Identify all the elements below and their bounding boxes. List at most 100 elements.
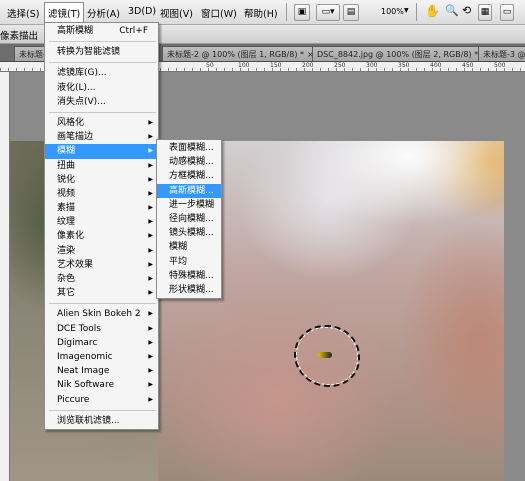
guides-icon[interactable]: ▤ xyxy=(343,4,359,21)
menu-item-category[interactable]: 画笔描边 ▶ xyxy=(45,130,158,144)
menu-item-category[interactable]: 风格化 ▶ xyxy=(45,116,158,130)
menu-item-label: 锐化 xyxy=(57,174,76,185)
ruler-tick: 450 xyxy=(462,62,474,69)
menu-item-category[interactable]: 纹理 ▶ xyxy=(45,215,158,229)
menu-analysis[interactable]: 分析(A) xyxy=(87,6,120,20)
submenu-arrow-icon: ▶ xyxy=(148,352,153,360)
menu-item-plugin[interactable]: Digimarc ▶ xyxy=(45,336,158,350)
menu-item-liquify[interactable]: 液化(L)... xyxy=(45,81,158,95)
submenu-item-shape-blur[interactable]: 形状模糊... xyxy=(157,283,221,297)
rotate-view-icon[interactable]: ⟲ xyxy=(462,4,471,17)
menu-item-category[interactable]: 素描 ▶ xyxy=(45,201,158,215)
submenu-arrow-icon: ▶ xyxy=(148,204,153,212)
menu-3d[interactable]: 3D(D) xyxy=(128,6,156,17)
menu-filter[interactable]: 滤镜(T) xyxy=(44,2,85,23)
submenu-arrow-icon: ▶ xyxy=(148,189,153,197)
ruler-tick: 150 xyxy=(270,62,282,69)
submenu-item-smart-blur[interactable]: 特殊模糊... xyxy=(157,269,221,283)
menu-item-category[interactable]: 像素化 ▶ xyxy=(45,229,158,243)
menu-item-category[interactable]: 渲染 ▶ xyxy=(45,244,158,258)
submenu-item-radial-blur[interactable]: 径向模糊... xyxy=(157,212,221,226)
menu-item-label: Neat Image xyxy=(57,366,110,377)
menu-item-smart-filter[interactable]: 转换为智能滤镜 xyxy=(45,45,158,59)
arrange-icon[interactable]: ▦ xyxy=(478,4,492,21)
document-tab[interactable]: DSC_8842.jpg @ 100% (图层 2, RGB/8) *× xyxy=(312,46,480,61)
menu-item-category[interactable]: 视频 ▶ xyxy=(45,187,158,201)
menu-item-label: 视频 xyxy=(57,188,76,199)
zoom-tool-icon[interactable]: 🔍 xyxy=(445,4,459,17)
menu-item-label: 画笔描边 xyxy=(57,132,94,143)
filter-menu: 高斯模糊 Ctrl+F 转换为智能滤镜 滤镜库(G)... 液化(L)... 消失… xyxy=(44,22,159,430)
submenu-item-average[interactable]: 平均 xyxy=(157,255,221,269)
submenu-item-surface-blur[interactable]: 表面模糊... xyxy=(157,141,221,155)
document-tab[interactable]: 未标题-3 @ 100%... xyxy=(478,46,525,61)
ruler-tick: 350 xyxy=(398,62,410,69)
ruler-tick: 300 xyxy=(366,62,378,69)
menu-item-category[interactable]: 扭曲 ▶ xyxy=(45,159,158,173)
submenu-arrow-icon: ▶ xyxy=(148,381,153,389)
menu-help[interactable]: 帮助(H) xyxy=(244,6,278,20)
menu-window[interactable]: 窗口(W) xyxy=(201,6,237,20)
menu-item-plugin[interactable]: DCE Tools ▶ xyxy=(45,322,158,336)
hand-tool-icon[interactable]: ✋ xyxy=(425,4,440,18)
menu-item-label: 模糊 xyxy=(57,146,76,157)
menu-item-vanishing-point[interactable]: 消失点(V)... xyxy=(45,95,158,109)
submenu-arrow-icon: ▶ xyxy=(148,275,153,282)
ruler-tick: 500 xyxy=(494,62,506,69)
menu-item-label: 杂色 xyxy=(57,274,76,284)
submenu-item-blur[interactable]: 模糊 xyxy=(157,240,221,254)
divider xyxy=(49,111,156,113)
submenu-item-blur-more[interactable]: 进一步模糊 xyxy=(157,198,221,212)
menu-item-plugin[interactable]: Imagenomic ▶ xyxy=(45,350,158,364)
submenu-item-motion-blur[interactable]: 动感模糊... xyxy=(157,155,221,169)
shortcut-label: Ctrl+F xyxy=(119,26,148,36)
menu-item-category[interactable]: 杂色 ▶ xyxy=(45,272,158,286)
menu-item-label: 转换为智能滤镜 xyxy=(57,47,121,58)
menu-item-plugin[interactable]: Nik Software ▶ xyxy=(45,378,158,392)
menu-item-label: DCE Tools xyxy=(57,323,101,334)
submenu-item-box-blur[interactable]: 方框模糊... xyxy=(157,169,221,183)
submenu-arrow-icon: ▶ xyxy=(148,118,153,126)
screen-mode-icon[interactable]: ▭ xyxy=(500,4,514,21)
menu-item-plugin[interactable]: Piccure ▶ xyxy=(45,393,158,407)
menu-item-label: 纹理 xyxy=(57,217,76,228)
insect-subject xyxy=(318,352,332,358)
submenu-arrow-icon: ▶ xyxy=(148,161,153,169)
vertical-ruler xyxy=(0,72,10,481)
divider xyxy=(49,62,156,64)
submenu-arrow-icon: ▶ xyxy=(148,338,153,346)
menu-item-category[interactable]: 艺术效果 ▶ xyxy=(45,258,158,272)
menu-item-label: 扭曲 xyxy=(57,160,76,171)
ruler-tick: 50 xyxy=(206,62,214,69)
submenu-arrow-icon: ▶ xyxy=(148,232,153,240)
menu-item-plugin[interactable]: Alien Skin Bokeh 2 ▶ xyxy=(45,307,158,321)
blur-submenu: 表面模糊... 动感模糊... 方框模糊... 高斯模糊... 进一步模糊 径向… xyxy=(156,139,222,300)
minibridge-icon[interactable]: ▭▾ xyxy=(316,4,340,21)
ruler-tick: 250 xyxy=(334,62,346,69)
chevron-down-icon[interactable]: ▼ xyxy=(404,7,409,14)
menu-select[interactable]: 选择(S) xyxy=(7,6,39,20)
menu-item-blur[interactable]: 模糊 ▶ xyxy=(45,144,158,159)
separator xyxy=(286,3,287,21)
menu-view[interactable]: 视图(V) xyxy=(160,6,193,20)
divider xyxy=(49,409,156,411)
menu-item-last-filter[interactable]: 高斯模糊 Ctrl+F xyxy=(45,24,158,38)
menu-item-category[interactable]: 锐化 ▶ xyxy=(45,173,158,187)
menu-item-category[interactable]: 其它 ▶ xyxy=(45,286,158,300)
submenu-item-gaussian-blur[interactable]: 高斯模糊... xyxy=(157,183,221,198)
menu-item-filter-gallery[interactable]: 滤镜库(G)... xyxy=(45,66,158,80)
submenu-arrow-icon: ▶ xyxy=(148,133,153,141)
submenu-arrow-icon: ▶ xyxy=(148,324,153,332)
zoom-level[interactable]: 100% xyxy=(381,7,404,16)
menu-item-browse-filters[interactable]: 浏览联机滤镜... xyxy=(45,414,158,428)
menu-item-plugin[interactable]: Neat Image ▶ xyxy=(45,364,158,378)
menu-item-label: Alien Skin Bokeh 2 xyxy=(57,309,141,320)
bridge-icon[interactable]: ▣ xyxy=(294,4,310,21)
submenu-arrow-icon: ▶ xyxy=(148,246,153,254)
document-tab[interactable]: 未标题-2 @ 100% (图层 1, RGB/8) * × xyxy=(162,46,314,61)
menu-item-label: 像素化 xyxy=(57,231,85,242)
submenu-item-lens-blur[interactable]: 镜头模糊... xyxy=(157,226,221,240)
menu-item-label: 素描 xyxy=(57,203,76,214)
menu-item-label: Piccure xyxy=(57,394,90,405)
submenu-arrow-icon: ▶ xyxy=(148,395,153,403)
